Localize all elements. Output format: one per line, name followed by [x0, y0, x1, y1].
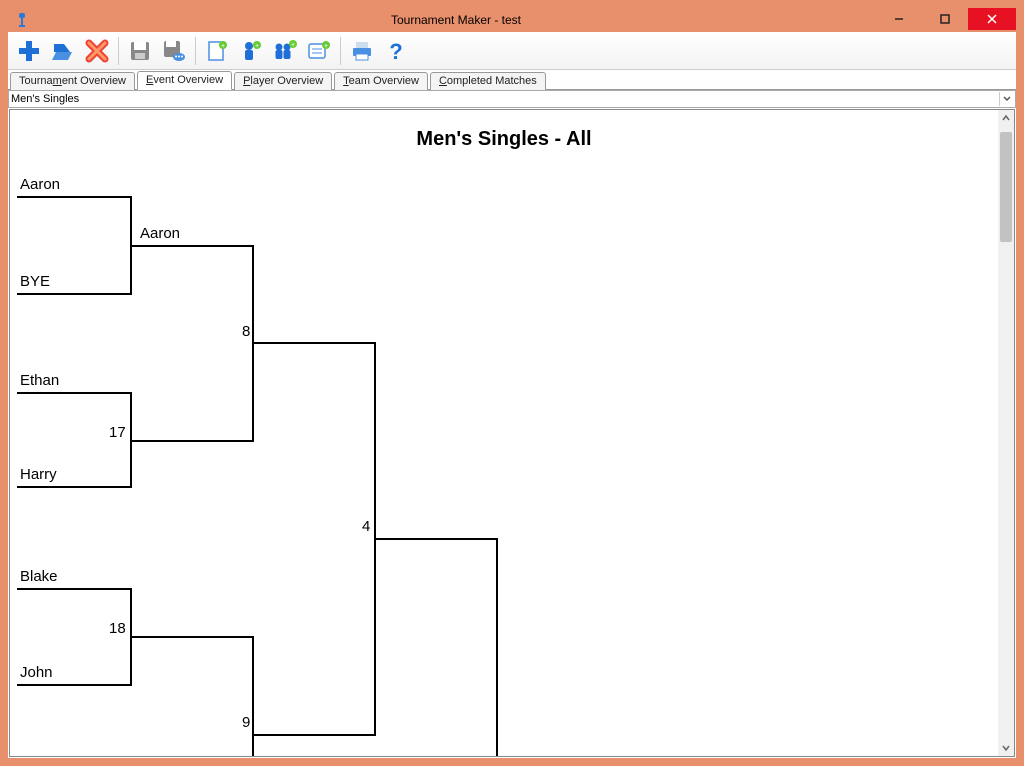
match-score: 8: [242, 323, 250, 340]
bracket-line: [17, 588, 132, 590]
vertical-scrollbar[interactable]: [998, 110, 1014, 756]
help-button[interactable]: ?: [379, 34, 413, 68]
bracket-line: [496, 538, 498, 757]
app-icon: [14, 12, 30, 28]
tab-completed-matches[interactable]: Completed Matches: [430, 72, 546, 90]
bracket-line: [132, 440, 254, 442]
tab-tournament-overview[interactable]: Tournament Overview: [10, 72, 135, 90]
toolbar: + + + + ?: [8, 32, 1016, 70]
svg-text:+: +: [324, 43, 328, 50]
bracket-line: [17, 486, 132, 488]
window-buttons: [876, 8, 1016, 32]
minimize-button[interactable]: [876, 8, 922, 30]
bracket-canvas[interactable]: Men's Singles - All Aaron BYE Ethan 17 H…: [10, 110, 998, 756]
save-button[interactable]: [123, 34, 157, 68]
bracket-title: Men's Singles - All: [10, 128, 998, 151]
delete-button[interactable]: [80, 34, 114, 68]
titlebar: Tournament Maker - test: [8, 8, 1016, 32]
match-score: 4: [362, 518, 370, 535]
bracket-line: [252, 636, 254, 757]
match-score: 17: [109, 424, 126, 441]
open-button[interactable]: [46, 34, 80, 68]
match-score: 9: [242, 714, 250, 731]
bracket-line: [376, 538, 498, 540]
toolbar-separator: [340, 37, 341, 65]
player-label: Blake: [20, 568, 58, 585]
scroll-track[interactable]: [998, 126, 1014, 740]
toolbar-separator: [195, 37, 196, 65]
svg-text:+: +: [255, 43, 259, 50]
scroll-up-icon[interactable]: [998, 110, 1014, 126]
svg-text:+: +: [291, 42, 295, 49]
bracket-line: [254, 342, 376, 344]
svg-text:?: ?: [389, 39, 402, 63]
tab-player-overview[interactable]: Player Overview: [234, 72, 332, 90]
match-score: 18: [109, 620, 126, 637]
bracket-line: [17, 293, 132, 295]
new-button[interactable]: [12, 34, 46, 68]
player-label: Harry: [20, 466, 57, 483]
bracket-line: [254, 734, 376, 736]
bracket-line: [17, 684, 132, 686]
new-match-button[interactable]: +: [302, 34, 336, 68]
close-button[interactable]: [968, 8, 1016, 30]
player-label: John: [20, 664, 53, 681]
maximize-button[interactable]: [922, 8, 968, 30]
player-label: Aaron: [140, 225, 180, 242]
event-dropdown-label: Men's Singles: [11, 93, 999, 105]
new-event-button[interactable]: +: [200, 34, 234, 68]
bracket-line: [17, 392, 132, 394]
bracket-area: Men's Singles - All Aaron BYE Ethan 17 H…: [9, 109, 1015, 757]
bracket-line: [132, 245, 254, 247]
scroll-down-icon[interactable]: [998, 740, 1014, 756]
svg-text:+: +: [221, 43, 225, 50]
bracket-line: [132, 636, 254, 638]
player-label: Ethan: [20, 372, 59, 389]
add-player-button[interactable]: +: [234, 34, 268, 68]
print-button[interactable]: [345, 34, 379, 68]
tab-event-overview[interactable]: Event Overview: [137, 71, 232, 90]
tab-bar: Tournament Overview Event Overview Playe…: [8, 70, 1016, 90]
player-label: BYE: [20, 273, 50, 290]
chevron-down-icon: [999, 92, 1013, 106]
scroll-thumb[interactable]: [1000, 132, 1012, 242]
bracket-line: [17, 196, 132, 198]
toolbar-separator: [118, 37, 119, 65]
app-window: Tournament Maker - test: [8, 8, 1016, 758]
tab-team-overview[interactable]: Team Overview: [334, 72, 428, 90]
event-dropdown[interactable]: Men's Singles: [8, 90, 1016, 108]
window-title: Tournament Maker - test: [36, 13, 876, 27]
add-team-button[interactable]: +: [268, 34, 302, 68]
save-as-button[interactable]: [157, 34, 191, 68]
player-label: Aaron: [20, 176, 60, 193]
